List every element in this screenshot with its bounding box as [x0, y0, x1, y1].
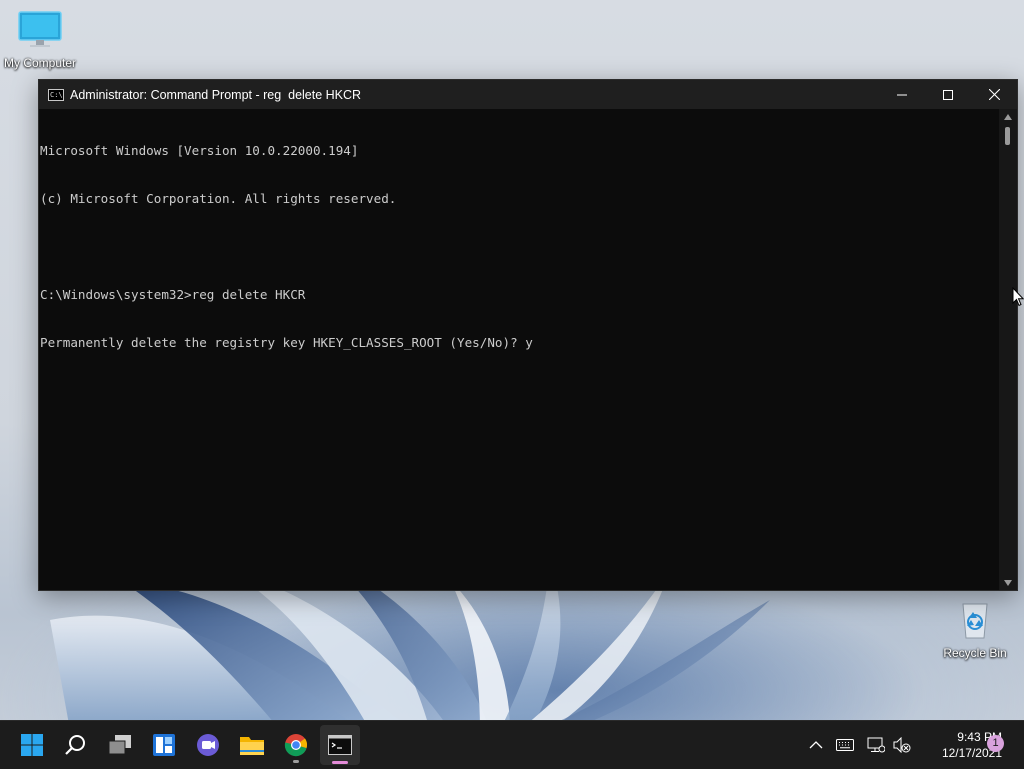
command-prompt-taskbar-button[interactable] — [320, 725, 360, 765]
command-prompt-window[interactable]: C:\ Administrator: Command Prompt - reg … — [38, 79, 1018, 591]
desktop-icon-my-computer[interactable]: My Computer — [0, 10, 80, 70]
widgets-icon — [153, 734, 175, 756]
scroll-thumb[interactable] — [1005, 127, 1010, 145]
minimize-button[interactable] — [879, 80, 925, 109]
maximize-button[interactable] — [925, 80, 971, 109]
keyboard-icon — [836, 739, 854, 751]
file-explorer-icon — [240, 737, 264, 755]
monitor-icon — [18, 11, 62, 47]
mouse-cursor-icon — [1012, 287, 1024, 307]
close-icon — [988, 89, 1000, 100]
minimize-icon — [897, 94, 907, 95]
notification-badge[interactable]: 1 — [987, 735, 1004, 752]
console-line: Microsoft Windows [Version 10.0.22000.19… — [40, 143, 359, 158]
console-line: C:\Windows\system32>reg delete HKCR — [40, 287, 306, 302]
running-indicator — [293, 760, 299, 763]
desktop-icon-recycle-bin[interactable]: Recycle Bin — [935, 596, 1015, 660]
title-bar[interactable]: C:\ Administrator: Command Prompt - reg … — [39, 80, 1017, 109]
show-hidden-icons-button[interactable] — [806, 721, 826, 769]
network-icon — [867, 737, 885, 753]
scroll-up-arrow-icon[interactable] — [1004, 114, 1012, 120]
taskbar: 9:43 PM 12/17/2021 — [0, 720, 1024, 769]
network-button[interactable] — [864, 721, 888, 769]
active-indicator — [332, 761, 348, 764]
window-title: Administrator: Command Prompt - reg dele… — [70, 87, 362, 102]
chrome-icon — [284, 734, 307, 757]
console-line: (c) Microsoft Corporation. All rights re… — [40, 191, 397, 206]
console-line: Permanently delete the registry key HKEY… — [40, 335, 533, 350]
chrome-button[interactable] — [276, 725, 316, 765]
search-icon — [65, 735, 85, 755]
teams-chat-button[interactable] — [188, 725, 228, 765]
start-button[interactable] — [12, 725, 52, 765]
vertical-scrollbar[interactable] — [999, 109, 1017, 590]
close-button[interactable] — [971, 80, 1017, 109]
command-prompt-icon — [328, 735, 352, 755]
command-prompt-icon: C:\ — [48, 88, 64, 101]
volume-button[interactable] — [890, 721, 914, 769]
windows-start-icon — [21, 734, 43, 756]
recycle-bin-icon — [962, 603, 988, 639]
maximize-icon — [943, 89, 953, 100]
input-indicator-button[interactable] — [834, 721, 856, 769]
widgets-button[interactable] — [144, 725, 184, 765]
chevron-up-icon — [809, 741, 823, 749]
file-explorer-button[interactable] — [232, 725, 272, 765]
task-view-icon — [108, 735, 131, 755]
desktop-icon-label: Recycle Bin — [943, 646, 1007, 660]
desktop-icon-label: My Computer — [3, 56, 77, 70]
scroll-down-arrow-icon[interactable] — [1004, 580, 1012, 586]
console-output[interactable]: Microsoft Windows [Version 10.0.22000.19… — [39, 109, 999, 590]
task-view-button[interactable] — [100, 725, 140, 765]
search-button[interactable] — [56, 725, 96, 765]
teams-chat-icon — [197, 734, 219, 756]
volume-muted-icon — [893, 737, 911, 753]
